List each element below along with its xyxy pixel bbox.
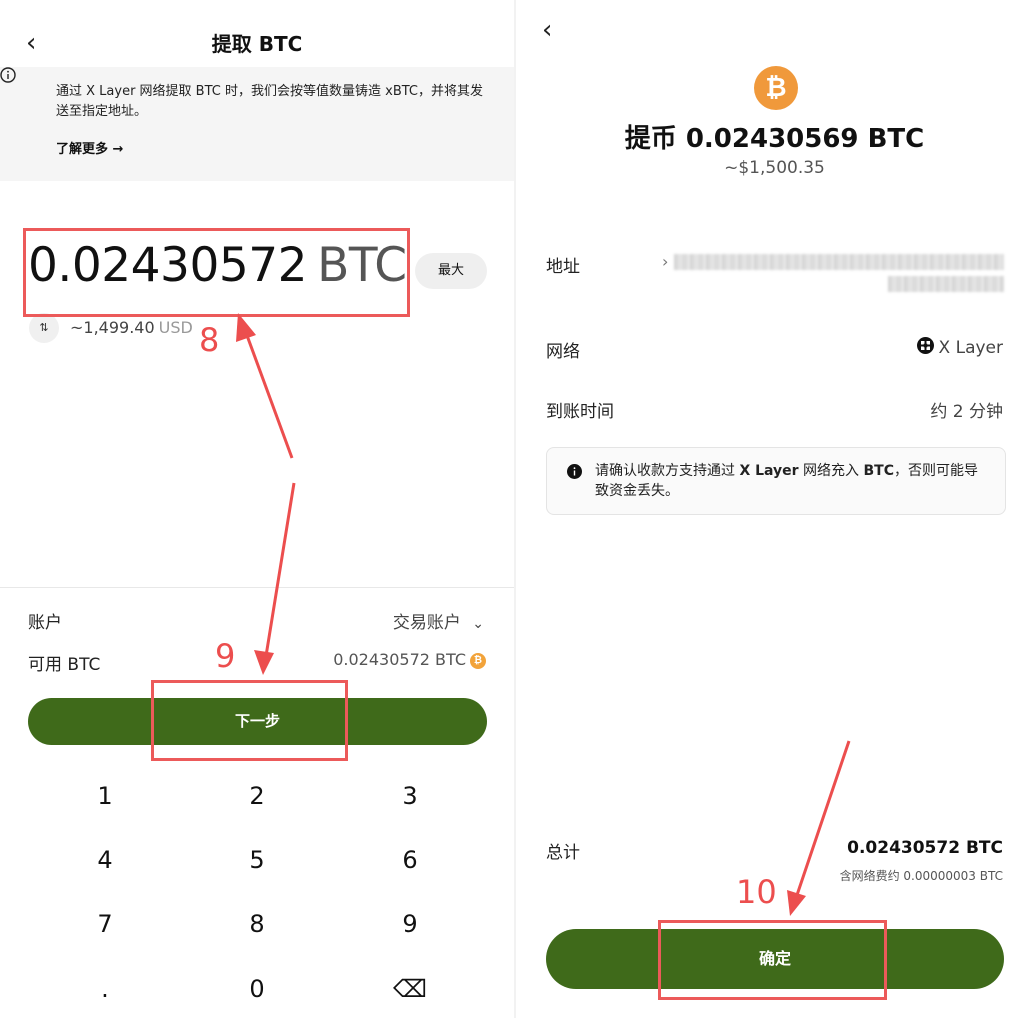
btc-coin-icon: ₿: [754, 66, 798, 110]
withdraw-title: 提币 0.02430569 BTC: [624, 124, 925, 154]
divider: [0, 587, 514, 588]
available-value: 0.02430572 BTC: [333, 650, 466, 669]
total-label: 总计: [546, 843, 580, 863]
key-0[interactable]: 0: [212, 967, 302, 1011]
usd-value: ~1,499.40: [70, 318, 155, 337]
withdraw-amount-screen: ‹ 提取 BTC 通过 X Layer 网络提取 BTC 时，我们会按等值数量铸…: [0, 0, 514, 1018]
total-value: 0.02430572 BTC: [847, 838, 1003, 858]
backspace-icon[interactable]: ⌫: [365, 967, 455, 1011]
address-redacted: [674, 254, 1004, 270]
withdraw-confirm-screen: ‹ ₿ 提币 0.02430569 BTC ~$1,500.35 地址 › 网络…: [516, 0, 1033, 1018]
address-label: 地址: [546, 257, 580, 277]
available-label: 可用 BTC: [28, 655, 101, 675]
network-fee: 含网络费约 0.00000003 BTC: [839, 869, 1003, 883]
btc-coin-icon: ₿: [470, 652, 486, 669]
key-1[interactable]: 1: [60, 774, 150, 818]
key-6[interactable]: 6: [365, 838, 455, 882]
account-value: 交易账户: [392, 613, 461, 633]
annotation-box-confirm: [658, 920, 887, 1000]
warning-network: X Layer: [739, 463, 799, 479]
arrival-time-value: 约 2 分钟: [930, 402, 1003, 422]
chevron-down-icon: ⌄: [472, 616, 484, 632]
learn-more-link[interactable]: 了解更多 →: [56, 138, 123, 157]
address-redacted: [888, 276, 1004, 292]
page-title: 提取 BTC: [211, 32, 303, 56]
annotation-step-10: 10: [736, 873, 777, 911]
arrival-time-label: 到账时间: [546, 402, 614, 422]
info-icon: [0, 67, 16, 87]
key-2[interactable]: 2: [212, 774, 302, 818]
address-prefix: ›: [662, 252, 669, 271]
account-select[interactable]: 交易账户 ⌄: [393, 608, 484, 633]
notice-text: 通过 X Layer 网络提取 BTC 时，我们会按等值数量铸造 xBTC，并将…: [56, 84, 483, 119]
chevron-left-icon[interactable]: ‹: [542, 17, 552, 43]
warning-coin: BTC: [863, 463, 895, 479]
key-9[interactable]: 9: [365, 902, 455, 946]
x-layer-icon: [916, 337, 934, 359]
network-value: X Layer: [916, 337, 1003, 359]
key-4[interactable]: 4: [60, 838, 150, 882]
annotation-step-9: 9: [215, 637, 236, 675]
max-button[interactable]: 最大: [415, 253, 487, 289]
warning-text: 请确认收款方支持通过 X Layer 网络充入 BTC，否则可能导致资金丢失。: [595, 461, 990, 501]
key-7[interactable]: 7: [60, 902, 150, 946]
annotation-box-amount: [23, 228, 410, 317]
swap-currency-icon[interactable]: ⇅: [29, 313, 59, 343]
info-icon: [567, 464, 582, 483]
key-3[interactable]: 3: [365, 774, 455, 818]
warning-text-part: 请确认收款方支持通过: [595, 463, 740, 479]
annotation-box-next: [151, 680, 348, 761]
account-label: 账户: [28, 613, 62, 633]
warning-text-part: 网络充入: [798, 463, 864, 479]
key-5[interactable]: 5: [212, 838, 302, 882]
usd-equivalent: ~1,499.40 USD: [70, 318, 193, 337]
warning-box: 请确认收款方支持通过 X Layer 网络充入 BTC，否则可能导致资金丢失。: [546, 447, 1006, 515]
key-8[interactable]: 8: [212, 902, 302, 946]
network-name: X Layer: [938, 338, 1003, 358]
usd-unit: USD: [158, 318, 193, 337]
network-label: 网络: [546, 342, 580, 362]
available-balance: 0.02430572 BTC ₿: [333, 650, 486, 669]
key-dot[interactable]: .: [60, 967, 150, 1011]
withdraw-usd: ~$1,500.35: [724, 158, 825, 178]
annotation-step-8: 8: [199, 321, 220, 359]
